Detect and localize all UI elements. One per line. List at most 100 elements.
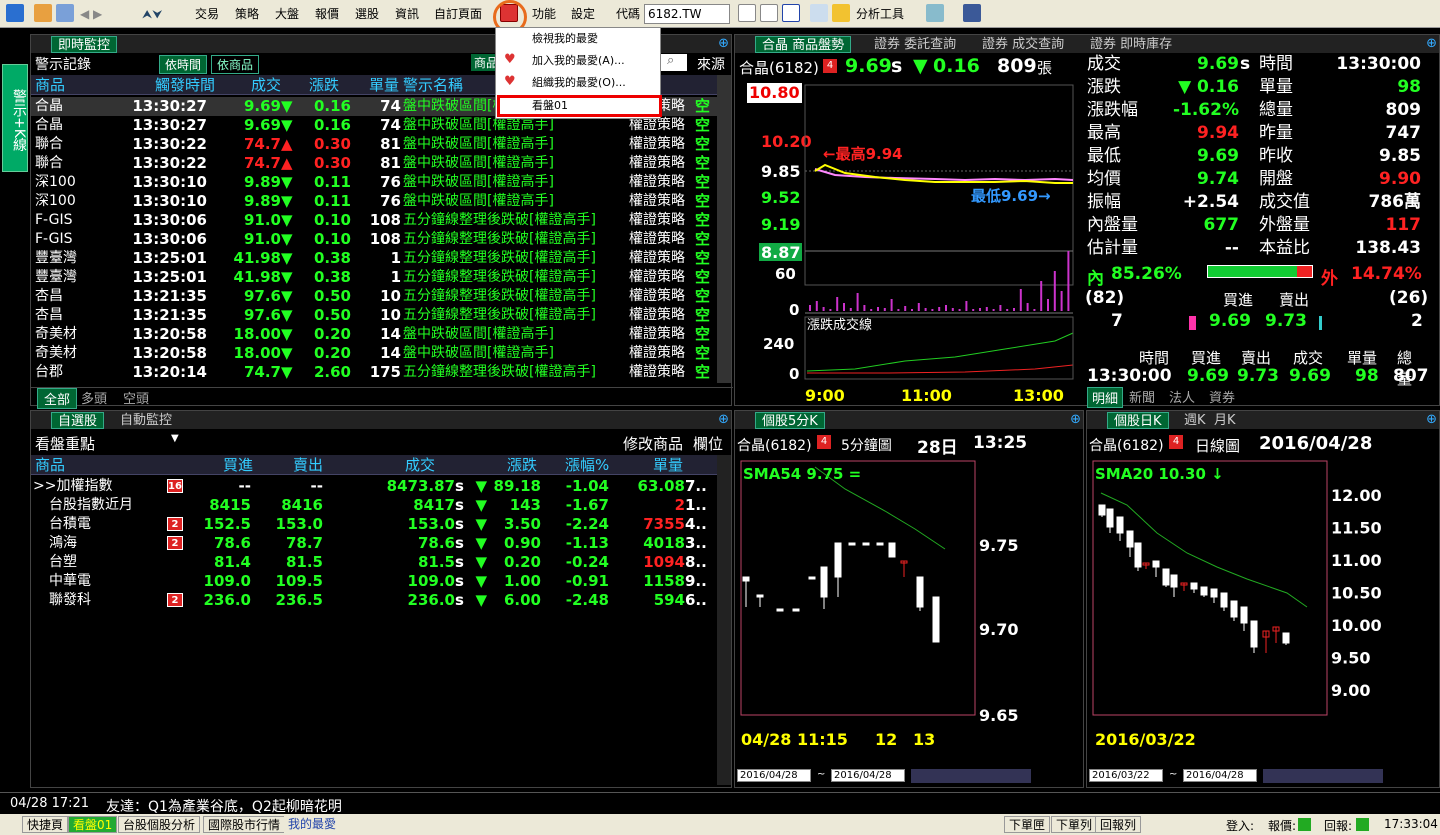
side-tab-alert-k[interactable]: 警示+K線 — [2, 64, 28, 172]
tab-monitor[interactable]: 即時監控 — [51, 36, 118, 53]
order-list[interactable]: 下單列 — [1051, 816, 1098, 833]
watch-row[interactable]: 台積電 152.5 153.0 153.0 s ▼ 3.50 -2.24 7355 4.. 2 — [31, 515, 717, 534]
wcol-change[interactable]: 漲跌 — [507, 455, 537, 475]
monitor-row[interactable]: 豐臺灣 13:25:01 41.98 ▼ 0.38 1 五分鐘線整理後跌破[權證高手] 權證策… — [31, 249, 717, 268]
wcol-qty[interactable]: 單量 — [653, 455, 683, 475]
monitor-row[interactable]: 杏昌 13:21:35 97.6 ▼ 0.50 10 五分鐘線整理後跌破[權證高手] 權證策略… — [31, 306, 717, 325]
kd-nav-buttons[interactable] — [1263, 769, 1383, 783]
wcol-bid[interactable]: 買進 — [223, 455, 253, 475]
monitor-row[interactable]: 杏昌 13:21:35 97.6 ▼ 0.50 10 五分鐘線整理後跌破[權證高手] 權證策略… — [31, 287, 717, 306]
k5-to-date[interactable]: 2016/04/28 — [831, 769, 905, 782]
tab-order-query[interactable]: 證券 委託查詢 — [871, 36, 959, 53]
menu-settings[interactable]: 設定 — [571, 3, 595, 25]
tab-deal-query[interactable]: 證券 成交查詢 — [979, 36, 1067, 53]
zoom-icon[interactable]: ⊕ — [718, 412, 729, 427]
tab-daily-k[interactable]: 個股日K — [1107, 412, 1169, 429]
code-input[interactable]: 6182.TW — [644, 4, 730, 24]
tab-watchlist[interactable]: 自選股 — [51, 412, 105, 429]
watch-row[interactable]: 鴻海 78.6 78.7 78.6 s ▼ 0.90 -1.13 4018 3.. 2 — [31, 534, 717, 553]
k-icon[interactable] — [782, 4, 800, 22]
watch-row[interactable]: 中華電 109.0 109.5 109.0 s ▼ 1.00 -0.91 1158 9.. — [31, 572, 717, 591]
menu-custom-page[interactable]: 自訂頁面 — [434, 3, 482, 25]
col-price[interactable]: 成交 — [251, 75, 281, 95]
tab-news[interactable]: 新聞 — [1129, 387, 1155, 406]
tab-weekly-k[interactable]: 週K — [1181, 412, 1209, 429]
menu-trade[interactable]: 交易 — [195, 3, 219, 25]
facebook-icon[interactable] — [963, 4, 981, 22]
monitor-icon[interactable] — [926, 4, 944, 22]
monitor-row[interactable]: 台郡 13:20:14 74.7 ▼ 2.60 175 五分鐘線整理後跌破[權證高手] 權證策… — [31, 363, 717, 382]
analysis-tools[interactable]: 分析工具 — [856, 3, 904, 25]
task-board01[interactable]: 看盤01 — [68, 816, 118, 833]
group-selector[interactable]: 看盤重點 — [35, 433, 95, 454]
watch-row[interactable]: >>加權指數 -- -- 8473.87 s ▼ 89.18 -1.04 63.08 7.. 16 — [31, 477, 717, 496]
wcol-pct[interactable]: 漲幅% — [565, 455, 609, 475]
col-change[interactable]: 漲跌 — [309, 75, 339, 95]
menu-screen[interactable]: 選股 — [355, 3, 379, 25]
task-stock-analysis[interactable]: 台股個股分析 — [118, 816, 201, 833]
col-qty[interactable]: 單量 — [369, 75, 399, 95]
tab-margin[interactable]: 資券 — [1209, 387, 1235, 406]
report-list[interactable]: 回報列 — [1095, 816, 1142, 833]
tab-by-product[interactable]: 依商品 — [211, 55, 260, 74]
watch-row[interactable]: 聯發科 236.0 236.5 236.0 s ▼ 6.00 -2.48 594 6.. 2 — [31, 591, 717, 610]
zoom-icon[interactable]: ⊕ — [1426, 36, 1437, 51]
tab-k5[interactable]: 個股5分K — [755, 412, 825, 429]
monitor-row[interactable]: F-GIS 13:30:06 91.0 ▼ 0.10 108 五分鐘線整理後跌破[權證高手]… — [31, 211, 717, 230]
search-icon[interactable]: ⌕ — [667, 53, 674, 68]
tab-product-overview[interactable]: 合晶 商品盤勢 — [755, 36, 852, 53]
tab-all[interactable]: 全部 — [37, 388, 78, 409]
zoom-icon[interactable]: ⊕ — [1070, 412, 1081, 427]
menu-market[interactable]: 大盤 — [275, 3, 299, 25]
watch-row[interactable]: 台股指數近月 8415 8416 8417 s ▼ 143 -1.67 2 1.. — [31, 496, 717, 515]
edit-products-link[interactable]: 修改商品 — [623, 433, 683, 454]
monitor-row[interactable]: 豐臺灣 13:25:01 41.98 ▼ 0.38 1 五分鐘線整理後跌破[權證高手] 權證策… — [31, 268, 717, 287]
order-box[interactable]: 下單匣 — [1004, 816, 1051, 833]
watch-row[interactable]: 台塑 81.4 81.5 81.5 s ▼ 0.20 -0.24 1094 8.. — [31, 553, 717, 572]
col-trigger-time[interactable]: 觸發時間 — [155, 75, 215, 95]
monitor-scrollbar[interactable] — [717, 75, 731, 383]
zoom-icon[interactable]: ⊕ — [1426, 412, 1437, 427]
monitor-row[interactable]: 聯合 13:30:22 74.7 ▲ 0.30 81 盤中跌破區間[權證高手] 權證策略空 — [31, 154, 717, 173]
menu-add-favorite[interactable]: 加入我的最愛(A)... — [496, 50, 660, 72]
dollar-icon[interactable] — [832, 4, 850, 22]
tab-inventory[interactable]: 證券 即時庫存 — [1087, 36, 1175, 53]
home-icon[interactable] — [34, 4, 52, 22]
monitor-row[interactable]: 奇美材 13:20:58 18.00 ▼ 0.20 14 盤中跌破區間[權證高手] 權證策略空 — [31, 325, 717, 344]
task-intl-markets[interactable]: 國際股市行情 — [203, 816, 286, 833]
wcol-ask[interactable]: 賣出 — [293, 455, 323, 475]
wcol-product[interactable]: 商品 — [35, 455, 65, 475]
grid-icon[interactable] — [6, 4, 24, 22]
col-product[interactable]: 商品 — [35, 75, 65, 95]
wcol-price[interactable]: 成交 — [405, 455, 435, 475]
menu-quote[interactable]: 報價 — [315, 3, 339, 25]
page-up-icon[interactable]: ⮝⮟ — [142, 3, 162, 25]
menu-info[interactable]: 資訊 — [395, 3, 419, 25]
col-alert-name[interactable]: 警示名稱 — [403, 75, 463, 95]
tab-long[interactable]: 多頭 — [81, 388, 107, 407]
k5-from-date[interactable]: 2016/04/28 — [737, 769, 811, 782]
task-shortcut[interactable]: 快捷頁 — [22, 816, 69, 833]
tab-by-time[interactable]: 依時間 — [159, 55, 208, 74]
kd-from-date[interactable]: 2016/03/22 — [1089, 769, 1163, 782]
cursor-icon[interactable] — [810, 4, 828, 22]
zoom-icon[interactable]: ⊕ — [718, 36, 729, 51]
enter-icon[interactable] — [738, 4, 756, 22]
status-message[interactable]: 友達：Q1為產業谷底，Q2起柳暗花明 — [106, 796, 342, 816]
monitor-row[interactable]: F-GIS 13:30:06 91.0 ▼ 0.10 108 五分鐘線整理後跌破[權證高手]… — [31, 230, 717, 249]
menu-organize-favorites[interactable]: 組織我的最愛(O)... — [496, 72, 660, 94]
tab-monthly-k[interactable]: 月K — [1211, 412, 1239, 429]
monitor-row[interactable]: 奇美材 13:20:58 18.00 ▼ 0.20 14 盤中跌破區間[權證高手] 權證策略空 — [31, 344, 717, 363]
monitor-row[interactable]: 聯合 13:30:22 74.7 ▲ 0.30 81 盤中跌破區間[權證高手] 權證策略空 — [31, 135, 717, 154]
tab-detail[interactable]: 明細 — [1087, 387, 1124, 408]
tab-short[interactable]: 空頭 — [123, 388, 149, 407]
monitor-row[interactable]: 深100 13:30:10 9.89 ▼ 0.11 76 盤中跌破區間[權證高手] 權證策略空 — [31, 192, 717, 211]
chart-icon[interactable] — [760, 4, 778, 22]
tab-institutional[interactable]: 法人 — [1169, 387, 1195, 406]
menu-function[interactable]: 功能 — [532, 3, 556, 25]
list-icon[interactable] — [56, 4, 74, 22]
watch-scrollbar[interactable] — [717, 455, 731, 785]
monitor-row[interactable]: 深100 13:30:10 9.89 ▼ 0.11 76 盤中跌破區間[權證高手] 權證策略空 — [31, 173, 717, 192]
columns-link[interactable]: 欄位 — [693, 433, 723, 454]
menu-strategy[interactable]: 策略 — [235, 3, 259, 25]
